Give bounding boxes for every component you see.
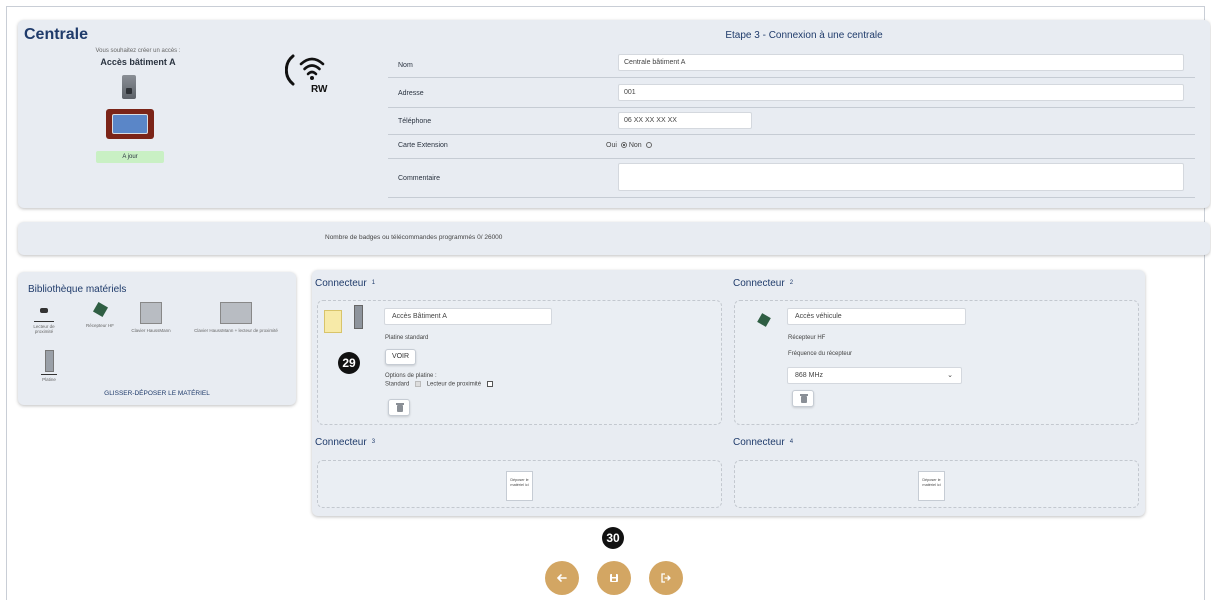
library-item-hf-receiver[interactable]: Récepteur HF (82, 301, 118, 328)
carte-non-radio[interactable] (620, 142, 627, 149)
connector-title-label: Connecteur (315, 278, 367, 289)
frequency-select[interactable]: 868 MHz ⌄ (787, 367, 962, 384)
connector-title-label: Connecteur (315, 437, 367, 448)
sign-out-icon (661, 573, 671, 583)
connector-2-box: Accès véhicule Récepteur HF Fréquence du… (734, 300, 1139, 425)
library-item-label: Platine (42, 377, 56, 382)
hf-receiver-device-icon (757, 313, 771, 327)
note-icon (324, 310, 342, 333)
save-button[interactable] (597, 561, 631, 595)
connectors-panel: Connecteur 1 Accès Bâtiment A Platine sta… (312, 270, 1145, 516)
form-row-nom: Nom Centrale bâtiment A (388, 54, 1195, 78)
telephone-input[interactable]: 06 XX XX XX XX (618, 112, 752, 129)
library-panel: Bibliothèque matériels Lecteur de proxim… (18, 272, 296, 405)
connector-1-box: Accès Bâtiment A Platine standard VOIR O… (317, 300, 722, 425)
badges-count-text: Nombre de badges ou télécommandes progra… (325, 234, 503, 241)
badges-panel: Nombre de badges ou télécommandes progra… (18, 222, 1210, 255)
commentaire-label: Commentaire (398, 175, 441, 182)
connector-1-type: Platine standard (385, 335, 429, 341)
proximite-checkbox[interactable] (486, 381, 493, 387)
drop-zone-4[interactable]: Déposer le matériel ici (918, 471, 945, 501)
proximite-label: Lecteur de proximité (426, 381, 482, 388)
step-marker-29: 29 (338, 352, 360, 374)
library-item-proximity-reader[interactable]: Lecteur de proximité (26, 308, 62, 334)
connector-1-name-input[interactable]: Accès Bâtiment A (384, 308, 552, 325)
adresse-input[interactable]: 001 (618, 84, 1184, 101)
carte-extension-radios: Oui Non (606, 142, 654, 149)
commentaire-textarea[interactable] (618, 163, 1184, 191)
delete-connector-2-button[interactable] (792, 390, 814, 407)
wifi-rw-icon: RW (285, 54, 328, 94)
save-icon (610, 574, 618, 582)
platine-icon (44, 350, 54, 372)
step-title: Etape 3 - Connexion à une centrale (725, 30, 883, 41)
platine-device-icon (354, 305, 363, 329)
arrow-left-icon (556, 574, 567, 582)
nom-input[interactable]: Centrale bâtiment A (618, 54, 1184, 71)
voir-button[interactable]: VOIR (385, 349, 416, 365)
library-item-label: Clavier HaussMann + lecteur de proximité (194, 328, 278, 333)
telephone-label: Téléphone (398, 118, 432, 125)
carte-non-label: Non (628, 142, 642, 149)
hf-receiver-icon (92, 301, 108, 318)
standard-checkbox[interactable] (415, 381, 422, 387)
platine-options-label: Options de platine : (385, 373, 437, 379)
carte-extension-label: Carte Extension (398, 142, 448, 149)
carte-oui-label: Oui (606, 142, 617, 149)
library-item-label: Clavier HaussMann (131, 328, 171, 333)
frequency-value: 868 MHz (795, 372, 824, 379)
delete-connector-1-button[interactable] (388, 399, 410, 416)
connector-4-title: Connecteur 4 (733, 437, 793, 448)
library-title: Bibliothèque matériels (28, 284, 127, 295)
library-item-label: Lecteur de proximité (33, 324, 55, 334)
library-item-keypad[interactable]: Clavier HaussMann (128, 302, 174, 333)
access-subtitle: Vous souhaitez créer un accès : (95, 48, 181, 54)
platine-options: Standard Lecteur de proximité (385, 381, 493, 388)
connector-4-box: Déposer le matériel ici (734, 460, 1139, 508)
wifi-badge-text: RW (311, 84, 328, 94)
library-footer: GLISSER-DÉPOSER LE MATÉRIEL (104, 390, 210, 397)
proximity-reader-icon (40, 308, 48, 313)
step-marker-30: 30 (602, 527, 624, 549)
form-row-telephone: Téléphone 06 XX XX XX XX (388, 109, 1195, 135)
form-row-carte-extension: Carte Extension Oui Non (388, 136, 1195, 159)
central-unit-image (106, 109, 154, 139)
back-button[interactable] (545, 561, 579, 595)
connector-number: 3 (371, 439, 376, 446)
keypad-icon (140, 302, 162, 324)
library-item-keypad-proximity[interactable]: Clavier HaussMann + lecteur de proximité (184, 302, 288, 333)
connector-number: 1 (371, 280, 376, 287)
frequency-label: Fréquence du récepteur (788, 351, 853, 357)
connector-2-type: Récepteur HF (788, 335, 826, 341)
form-row-adresse: Adresse 001 (388, 80, 1195, 108)
remote-image (122, 75, 136, 99)
page-title: Centrale (24, 26, 89, 43)
carte-oui-radio[interactable] (645, 142, 652, 149)
nom-label: Nom (398, 62, 413, 69)
connector-2-name-input[interactable]: Accès véhicule (787, 308, 966, 325)
connector-number: 4 (789, 439, 794, 446)
connector-number: 2 (789, 280, 794, 287)
keypad-proximity-icon (220, 302, 252, 324)
adresse-label: Adresse (398, 90, 424, 97)
access-name: Accès bâtiment A (100, 57, 176, 67)
connector-1-title: Connecteur 1 (315, 278, 375, 289)
connector-3-title: Connecteur 3 (315, 437, 375, 448)
status-badge: A jour (96, 151, 164, 163)
connector-2-title: Connecteur 2 (733, 278, 793, 289)
drop-zone-3[interactable]: Déposer le matériel ici (506, 471, 533, 501)
chevron-down-icon: ⌄ (947, 372, 953, 379)
connector-title-label: Connecteur (733, 278, 785, 289)
standard-label: Standard (385, 381, 410, 388)
form-row-commentaire: Commentaire (388, 160, 1195, 198)
exit-button[interactable] (649, 561, 683, 595)
centrale-panel: Centrale Vous souhaitez créer un accès :… (18, 20, 1210, 208)
library-item-label: Récepteur HF (85, 323, 114, 328)
connector-3-box: Déposer le matériel ici (317, 460, 722, 508)
connector-title-label: Connecteur (733, 437, 785, 448)
library-item-platine[interactable]: Platine (36, 350, 62, 382)
